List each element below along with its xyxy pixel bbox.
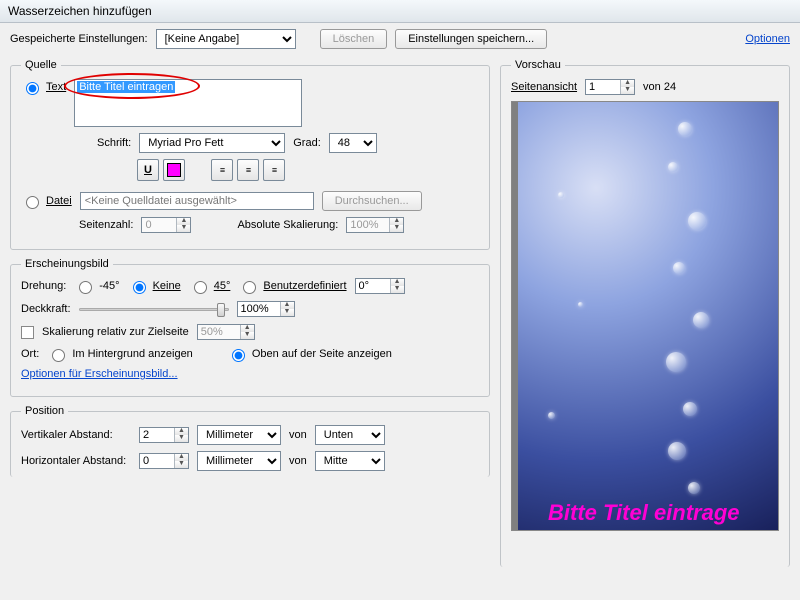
rot-minus45-radio[interactable]: -45° [74,278,119,294]
scale-rel-checkbox[interactable] [21,326,34,339]
save-settings-button[interactable]: Einstellungen speichern... [395,29,547,49]
hdist-label: Horizontaler Abstand: [21,455,131,467]
saved-settings-select[interactable]: [Keine Angabe] [156,29,296,49]
hdist-spinner[interactable]: ▲▼ [139,453,189,469]
delete-button[interactable]: Löschen [320,29,388,49]
browse-button[interactable]: Durchsuchen... [322,191,422,211]
file-path-input[interactable] [80,192,314,210]
from-label-2: von [289,455,307,467]
page-view-spinner[interactable]: ▲▼ [585,79,635,95]
preview-canvas: Bitte Titel eintrage [511,101,779,531]
window-titlebar: Wasserzeichen hinzufügen [0,0,800,23]
text-radio[interactable]: Text [21,79,66,95]
preview-group: Vorschau Seitenansicht ▲▼ von 24 [500,59,790,567]
location-label: Ort: [21,348,39,360]
font-select[interactable]: Myriad Pro Fett [139,133,285,153]
watermark-preview-text: Bitte Titel eintrage [548,500,740,526]
page-number-spinner[interactable]: ▲▼ [141,217,191,233]
vdist-spinner[interactable]: ▲▼ [139,427,189,443]
opacity-spinner[interactable]: ▲▼ [237,301,295,317]
appearance-group: Erscheinungsbild Drehung: -45° Keine 45°… [10,258,490,397]
abs-scale-spinner[interactable]: ▲▼ [346,217,404,233]
color-button[interactable] [163,159,185,181]
size-label: Grad: [293,137,321,149]
opacity-slider[interactable] [79,300,229,318]
size-select[interactable]: 48 [329,133,377,153]
appearance-legend: Erscheinungsbild [21,258,113,270]
align-right-button[interactable]: ≡ [263,159,285,181]
vdist-from-select[interactable]: Unten [315,425,385,445]
page-number-label: Seitenzahl: [79,219,133,231]
rot-none-radio[interactable]: Keine [128,278,181,294]
loc-back-radio[interactable]: Im Hintergrund anzeigen [47,346,192,362]
text-input[interactable]: Bitte Titel eintragen [74,79,302,127]
scale-rel-label: Skalierung relativ zur Zielseite [42,326,189,338]
source-group: Quelle Text Bitte Titel eintragen Schrif… [10,59,490,250]
align-left-button[interactable]: ≡ [211,159,233,181]
rotation-label: Drehung: [21,280,66,292]
appearance-options-link[interactable]: Optionen für Erscheinungsbild... [21,368,178,380]
rot-custom-radio[interactable]: Benutzerdefiniert [238,278,346,294]
hdist-unit-select[interactable]: Millimeter [197,451,281,471]
abs-scale-label: Absolute Skalierung: [237,219,338,231]
source-legend: Quelle [21,59,61,71]
preview-legend: Vorschau [511,59,565,71]
scale-rel-spinner[interactable]: ▲▼ [197,324,255,340]
align-center-button[interactable]: ≡ [237,159,259,181]
vdist-label: Vertikaler Abstand: [21,429,131,441]
page-total-label: von 24 [643,81,676,93]
from-label-1: von [289,429,307,441]
font-label: Schrift: [97,137,131,149]
page-view-label: Seitenansicht [511,81,577,93]
loc-front-radio[interactable]: Oben auf der Seite anzeigen [227,346,392,362]
vdist-unit-select[interactable]: Millimeter [197,425,281,445]
rot-45-radio[interactable]: 45° [189,278,231,294]
file-radio[interactable]: Datei [21,193,72,209]
rot-custom-spinner[interactable]: ▲▼ [355,278,405,294]
underline-button[interactable]: U [137,159,159,181]
hdist-from-select[interactable]: Mitte [315,451,385,471]
position-legend: Position [21,405,68,417]
saved-settings-label: Gespeicherte Einstellungen: [10,33,148,45]
position-group: Position Vertikaler Abstand: ▲▼ Millimet… [10,405,490,477]
options-link[interactable]: Optionen [745,33,790,45]
opacity-label: Deckkraft: [21,303,71,315]
